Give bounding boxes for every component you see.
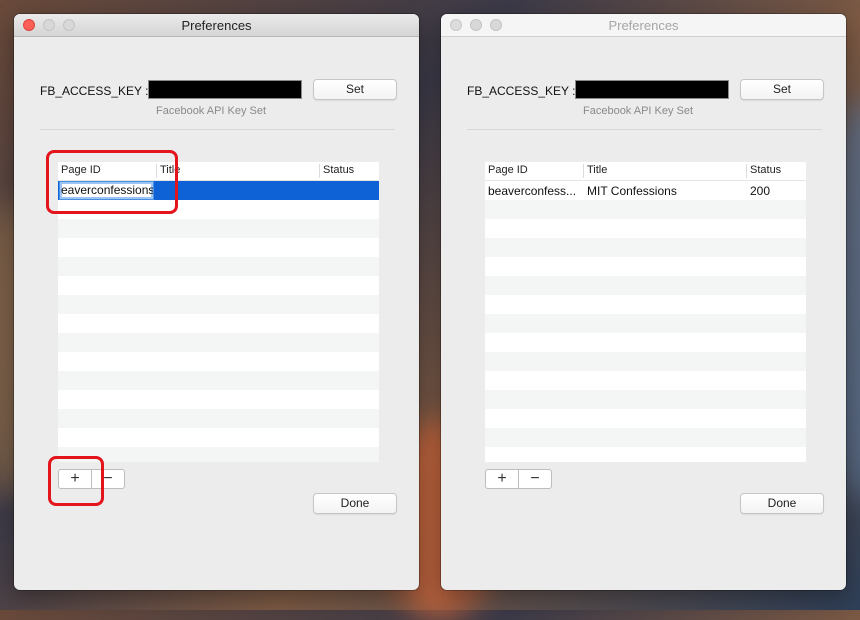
table-row[interactable] — [485, 390, 806, 409]
column-header-status[interactable]: Status — [746, 164, 806, 178]
table-row[interactable] — [485, 257, 806, 276]
window-title: Preferences — [608, 18, 679, 33]
pages-table[interactable]: Page ID Title Status beaverconfess... MI… — [485, 162, 806, 462]
highlight-add-button — [48, 456, 104, 506]
preferences-window-left: Preferences FB_ACCESS_KEY : Set Facebook… — [14, 14, 419, 590]
access-key-field[interactable] — [148, 80, 302, 99]
table-row[interactable] — [58, 219, 379, 238]
column-header-page-id[interactable]: Page ID — [485, 164, 583, 178]
key-status-text: Facebook API Key Set — [156, 105, 267, 117]
table-row[interactable] — [58, 276, 379, 295]
cell-page-id: beaverconfess... — [488, 184, 577, 198]
table-row[interactable] — [58, 314, 379, 333]
add-remove-control: + − — [485, 469, 552, 489]
table-row[interactable] — [485, 409, 806, 428]
add-row-button[interactable]: + — [486, 470, 518, 488]
divider — [467, 129, 822, 130]
table-row[interactable] — [485, 314, 806, 333]
cell-title: MIT Confessions — [587, 184, 677, 198]
table-row[interactable] — [58, 428, 379, 447]
table-row[interactable] — [58, 390, 379, 409]
table-row[interactable] — [485, 447, 806, 462]
done-button[interactable]: Done — [313, 493, 397, 514]
table-row[interactable] — [58, 257, 379, 276]
table-row[interactable] — [58, 352, 379, 371]
column-header-title[interactable]: Title — [583, 164, 746, 178]
table-row[interactable] — [485, 238, 806, 257]
table-row[interactable] — [485, 219, 806, 238]
table-row[interactable] — [58, 295, 379, 314]
window-title: Preferences — [181, 18, 252, 33]
table-row[interactable]: beaverconfess... MIT Confessions 200 — [485, 181, 806, 200]
access-key-field[interactable] — [575, 80, 729, 99]
table-row[interactable] — [485, 371, 806, 390]
table-row[interactable] — [485, 333, 806, 352]
access-key-label: FB_ACCESS_KEY : — [40, 84, 149, 98]
table-row[interactable] — [58, 333, 379, 352]
table-row[interactable] — [485, 200, 806, 219]
table-row[interactable] — [485, 276, 806, 295]
set-button[interactable]: Set — [740, 79, 824, 100]
divider — [40, 129, 395, 130]
cell-status: 200 — [750, 184, 771, 198]
table-row[interactable] — [58, 238, 379, 257]
table-row[interactable] — [58, 409, 379, 428]
column-header-title[interactable]: Title — [156, 164, 319, 178]
table-row[interactable] — [58, 371, 379, 390]
table-row[interactable] — [485, 295, 806, 314]
set-button[interactable]: Set — [313, 79, 397, 100]
remove-row-button[interactable]: − — [518, 470, 551, 488]
table-header: Page ID Title Status — [485, 162, 806, 181]
table-row[interactable] — [58, 447, 379, 462]
column-header-status[interactable]: Status — [319, 164, 379, 178]
title-bar[interactable]: Preferences — [441, 14, 846, 37]
preferences-window-right: Preferences FB_ACCESS_KEY : Set Facebook… — [441, 14, 846, 590]
key-status-text: Facebook API Key Set — [583, 105, 694, 117]
table-row[interactable] — [485, 428, 806, 447]
highlight-page-id-cell — [46, 150, 178, 214]
access-key-label: FB_ACCESS_KEY : — [467, 84, 576, 98]
title-bar[interactable]: Preferences — [14, 14, 419, 37]
table-row[interactable] — [485, 352, 806, 371]
done-button[interactable]: Done — [740, 493, 824, 514]
